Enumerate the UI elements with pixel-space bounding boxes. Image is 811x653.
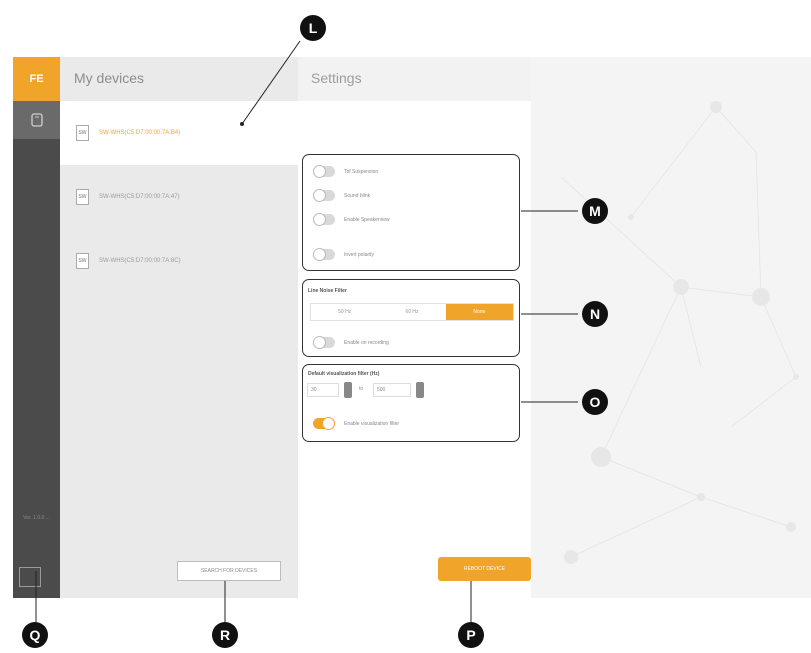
callout-q: Q xyxy=(22,622,48,648)
callout-m: M xyxy=(582,198,608,224)
callout-r: R xyxy=(212,622,238,648)
callout-n: N xyxy=(582,301,608,327)
callout-o: O xyxy=(582,389,608,415)
callout-l: L xyxy=(300,15,326,41)
callout-lines xyxy=(35,40,578,622)
callout-p: P xyxy=(458,622,484,648)
